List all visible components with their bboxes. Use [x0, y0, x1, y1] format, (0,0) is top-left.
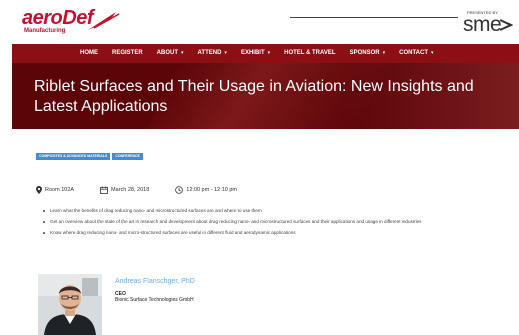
chevron-down-icon: ▾	[181, 50, 184, 56]
hero-banner: Riblet Surfaces and Their Usage in Aviat…	[12, 63, 519, 129]
list-item: Know where drag reducing nano- and micro…	[42, 230, 492, 236]
nav-item-sponsor[interactable]: SPONSOR ▾	[350, 44, 386, 63]
logo-subtitle: Manufacturing	[24, 28, 66, 34]
chevron-down-icon: ▾	[267, 50, 271, 56]
nav-item-home[interactable]: HOME	[80, 44, 98, 63]
nav-item-label: CONTACT	[399, 50, 428, 56]
nav-item-label: ATTEND	[197, 50, 222, 56]
session-time: 12:00 pm - 12:10 pm	[175, 186, 237, 194]
logo-swoosh-icon	[88, 12, 120, 30]
nav-item-register[interactable]: REGISTER	[112, 44, 143, 63]
aerodef-logo[interactable]: aeroDef Manufacturing	[22, 8, 122, 38]
learning-objectives: Learn what the benefits of drag reducing…	[42, 208, 492, 241]
chevron-down-icon: ▾	[382, 50, 386, 56]
page-title: Riblet Surfaces and Their Usage in Aviat…	[34, 78, 474, 115]
chevron-down-icon: ▾	[431, 50, 434, 56]
nav-item-exhibit[interactable]: EXHIBIT ▾	[241, 44, 270, 63]
sme-arrow-icon	[499, 19, 513, 31]
session-room: Room 102A	[45, 187, 75, 193]
session-time-text: 12:00 pm - 12:10 pm	[186, 187, 238, 193]
nav-item-about[interactable]: ABOUT ▾	[157, 44, 184, 63]
site-header: aeroDef Manufacturing PRESENTED BY sme	[0, 0, 519, 44]
sme-wordmark: sme	[463, 13, 502, 36]
nav-item-hotel-travel[interactable]: HOTEL & TRAVEL	[284, 44, 335, 63]
session-location: Room 102A	[36, 186, 74, 194]
session-meta: Room 102A March 28, 2018 12:00 pm - 12:1…	[36, 186, 263, 194]
clock-icon	[175, 186, 184, 194]
tag-composites[interactable]: COMPOSITES & ADVANCED MATERIALS	[36, 153, 111, 160]
session-date: March 28, 2018	[100, 186, 149, 194]
calendar-icon	[100, 186, 108, 194]
session-tags: COMPOSITES & ADVANCED MATERIALS CONFEREN…	[36, 153, 143, 160]
header-divider	[290, 17, 458, 18]
nav-item-label: SPONSOR	[349, 50, 380, 56]
nav-item-label: HOTEL & TRAVEL	[284, 50, 336, 56]
session-date-text: March 28, 2018	[111, 187, 150, 193]
speaker-portrait-icon	[38, 274, 102, 335]
logo-wordmark: aeroDef	[22, 7, 93, 29]
nav-item-attend[interactable]: ATTEND ▾	[198, 44, 227, 63]
nav-item-label: REGISTER	[112, 50, 143, 56]
list-item: Learn what the benefits of drag reducing…	[42, 208, 492, 214]
main-nav: HOME REGISTER ABOUT ▾ ATTEND ▾ EXHIBIT ▾ HOTEL &…	[12, 44, 519, 63]
speaker-organization: Bionic Surface Technologies GmbH	[115, 297, 194, 303]
speaker-photo[interactable]	[38, 274, 102, 335]
nav-item-label: ABOUT	[156, 50, 179, 56]
nav-item-contact[interactable]: CONTACT ▾	[399, 44, 433, 63]
speaker-name-link[interactable]: Andreas Flanschger, PhD	[115, 278, 195, 285]
chevron-down-icon: ▾	[224, 50, 227, 56]
tag-conference[interactable]: CONFERENCE	[112, 153, 143, 160]
nav-item-label: EXHIBIT	[240, 50, 265, 56]
sme-logo[interactable]: PRESENTED BY sme	[463, 10, 513, 36]
nav-item-label: HOME	[80, 50, 98, 56]
location-pin-icon	[36, 186, 42, 194]
list-item: Get an overview about the state of the a…	[42, 219, 492, 225]
